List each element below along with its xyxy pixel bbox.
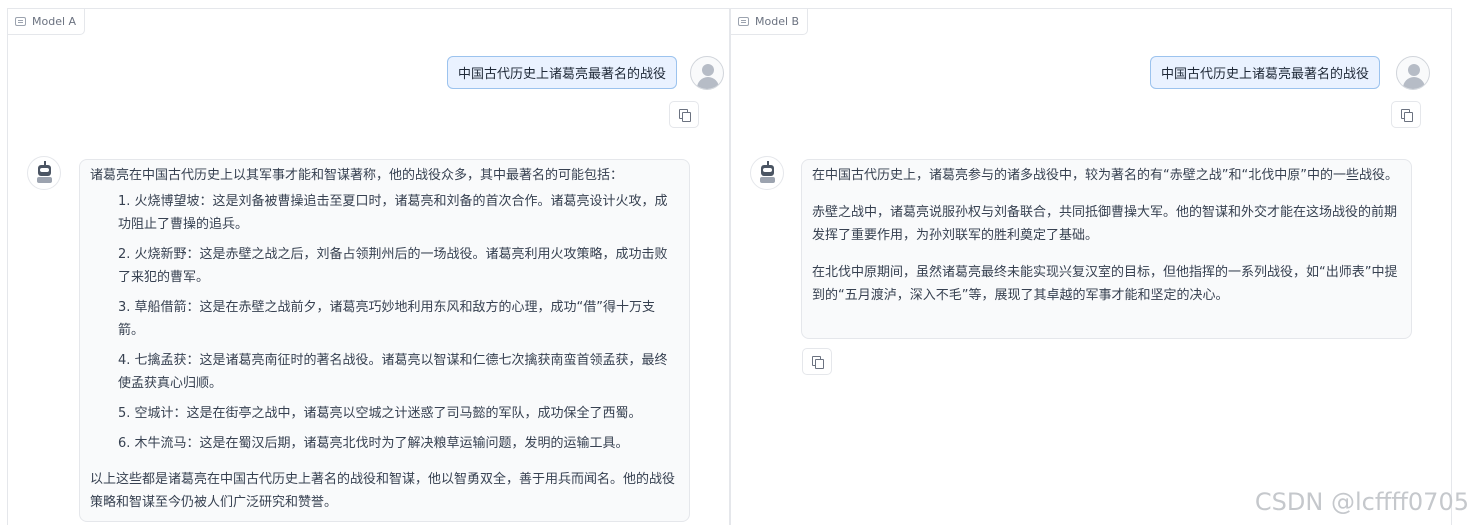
copy-button[interactable] — [1391, 101, 1421, 128]
model-a-tab-label: Model A — [32, 15, 77, 28]
copy-button[interactable] — [802, 348, 832, 375]
battle-list: 1. 火烧博望坡：这是刘备被曹操追击至夏口时，诸葛亮和刘备的首次合作。诸葛亮设计… — [118, 190, 679, 455]
bot-message-bubble: 在中国古代历史上，诸葛亮参与的诸多战役中，较为著名的有“赤壁之战”和“北伐中原”… — [801, 159, 1412, 339]
user-avatar-icon — [690, 56, 724, 90]
robot-avatar-icon — [750, 156, 784, 190]
bot-outro: 以上这些都是诸葛亮在中国古代历史上著名的战役和智谋，他以智勇双全，善于用兵而闻名… — [90, 472, 676, 510]
model-b-tab-label: Model B — [755, 15, 800, 28]
list-item: 1. 火烧博望坡：这是刘备被曹操追击至夏口时，诸葛亮和刘备的首次合作。诸葛亮设计… — [118, 194, 668, 232]
user-avatar-icon — [1396, 56, 1430, 90]
list-item: 4. 七擒孟获：这是诸葛亮南征时的著名战役。诸葛亮以智谋和仁德七次擒获南蛮首领孟… — [118, 353, 668, 391]
copy-button[interactable] — [669, 101, 699, 128]
bot-paragraph: 赤壁之战中，诸葛亮说服孙权与刘备联合，共同抵御曹操大军。他的智谋和外交才能在这场… — [812, 205, 1398, 243]
bot-message-bubble: 诸葛亮在中国古代历史上以其军事才能和智谋著称，他的战役众多，其中最著名的可能包括… — [79, 159, 690, 522]
bot-paragraph: 在中国古代历史上，诸葛亮参与的诸多战役中，较为著名的有“赤壁之战”和“北伐中原”… — [812, 168, 1398, 183]
robot-avatar-icon — [27, 156, 61, 190]
list-item: 3. 草船借箭：这是在赤壁之战前夕，诸葛亮巧妙地利用东风和敌方的心理，成功“借”… — [118, 300, 656, 338]
chat-icon — [738, 17, 749, 26]
user-message-bubble: 中国古代历史上诸葛亮最著名的战役 — [446, 56, 677, 89]
model-a-panel: Model A 中国古代历史上诸葛亮最著名的战役 诸葛亮在中国古代历史上以其军事… — [7, 8, 730, 525]
model-a-tab: Model A — [7, 8, 86, 35]
bot-paragraph: 在北伐中原期间，虽然诸葛亮最终未能实现兴复汉室的目标，但他指挥的一系列战役，如“… — [812, 265, 1398, 303]
list-item: 2. 火烧新野：这是赤壁之战之后，刘备占领荆州后的一场战役。诸葛亮利用火攻策略，… — [118, 247, 668, 285]
list-item: 6. 木牛流马：这是在蜀汉后期，诸葛亮北伐时为了解决粮草运输问题，发明的运输工具… — [118, 436, 629, 451]
user-message-bubble: 中国古代历史上诸葛亮最著名的战役 — [1149, 56, 1380, 89]
model-b-panel: Model B 中国古代历史上诸葛亮最著名的战役 在中国古代历史上，诸葛亮参与的… — [730, 8, 1452, 525]
model-b-tab: Model B — [730, 8, 809, 35]
chat-icon — [15, 17, 26, 26]
watermark: CSDN @lcffff0705 — [1254, 488, 1469, 516]
bot-intro: 诸葛亮在中国古代历史上以其军事才能和智谋著称，他的战役众多，其中最著名的可能包括… — [90, 168, 624, 183]
list-item: 5. 空城计：这是在街亭之战中，诸葛亮以空城之计迷惑了司马懿的军队，成功保全了西… — [118, 406, 642, 421]
